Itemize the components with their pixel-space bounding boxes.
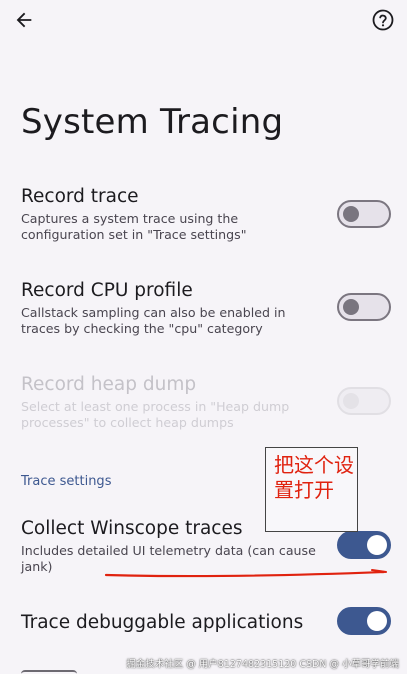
pref-summary: Callstack sampling can also be enabled i… [21,305,286,336]
switch-thumb [367,611,387,631]
record-cpu-switch[interactable] [337,293,391,321]
debuggable-switch[interactable] [337,607,391,635]
back-button[interactable] [8,4,40,36]
next-pref-partial [21,668,81,674]
record-heap-switch [337,387,391,415]
switch-thumb [343,393,359,409]
record-trace-switch[interactable] [337,200,391,228]
arrow-back-icon [16,12,32,28]
help-button[interactable] [367,4,399,36]
help-icon [372,9,394,31]
top-app-bar [0,0,407,40]
annotation-underline [104,569,387,578]
pref-summary: Select at least one process in "Heap dum… [21,399,290,430]
pref-summary: Captures a system trace using the config… [21,211,247,242]
category-trace-settings: Trace settings [21,474,112,489]
switch-thumb [367,535,387,555]
switch-thumb [343,206,359,222]
switch-thumb [343,299,359,315]
page-title: System Tracing [21,102,284,142]
annotation-text: 把这个设置打开 [274,453,354,502]
winscope-switch[interactable] [337,531,391,559]
watermark: 掘金技术社区 @ 用户8127482315120 CSDN @ 小草哥学前端 [126,659,399,670]
